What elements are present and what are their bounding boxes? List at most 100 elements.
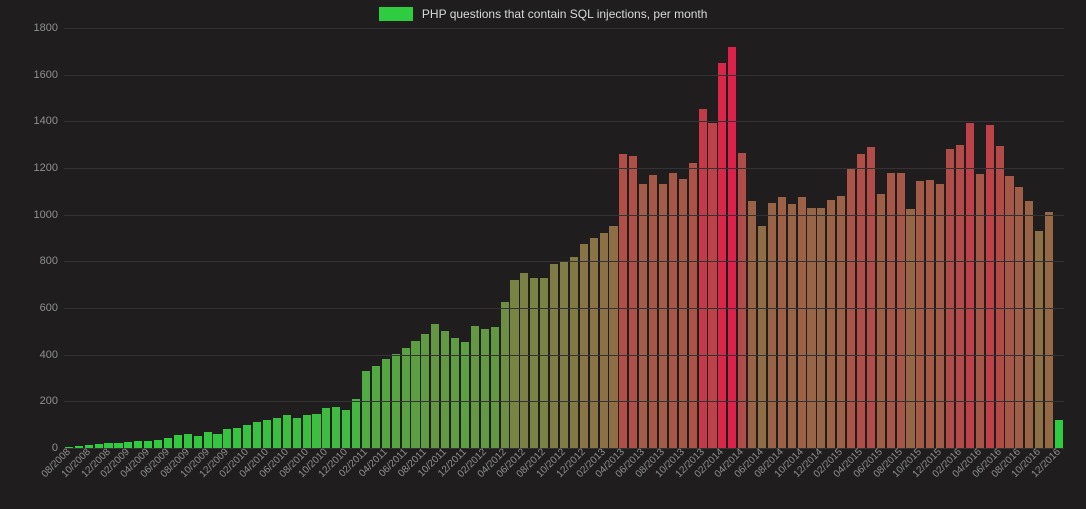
bar — [768, 203, 776, 448]
y-tick-label: 800 — [28, 255, 58, 267]
bar — [441, 331, 449, 448]
bar — [362, 371, 370, 448]
bar — [738, 153, 746, 448]
y-tick-label: 1000 — [28, 209, 58, 221]
y-tick-label: 1800 — [28, 22, 58, 34]
bar — [510, 280, 518, 448]
bar — [708, 123, 716, 449]
bar — [223, 429, 231, 448]
bar — [689, 163, 697, 448]
y-tick-label: 0 — [28, 442, 58, 454]
bar — [164, 438, 172, 449]
bar — [857, 154, 865, 448]
bar — [411, 341, 419, 448]
bar — [679, 179, 687, 449]
bar — [748, 201, 756, 448]
bar — [728, 47, 736, 448]
gridline — [64, 121, 1064, 122]
gridline — [64, 168, 1064, 169]
bar — [293, 418, 301, 448]
bar — [283, 415, 291, 448]
bar — [1005, 176, 1013, 448]
gridline — [64, 28, 1064, 29]
bar — [699, 109, 707, 449]
bar — [1055, 420, 1063, 448]
bar — [402, 348, 410, 448]
bar — [372, 366, 380, 448]
bar-chart: PHP questions that contain SQL injection… — [0, 0, 1086, 509]
bar — [1015, 187, 1023, 448]
y-tick-label: 200 — [28, 395, 58, 407]
y-tick-label: 1600 — [28, 69, 58, 81]
bars-container — [64, 28, 1064, 448]
bar — [461, 342, 469, 448]
bar — [827, 200, 835, 449]
bar — [332, 407, 340, 448]
bar — [134, 441, 142, 448]
gridline — [64, 261, 1064, 262]
bar — [807, 208, 815, 448]
y-tick-label: 400 — [28, 349, 58, 361]
bar — [194, 436, 202, 448]
bar — [798, 197, 806, 448]
bar — [491, 327, 499, 448]
bar — [501, 302, 509, 448]
bar — [154, 440, 162, 448]
bar — [590, 238, 598, 448]
bar — [629, 156, 637, 448]
bar — [253, 422, 261, 448]
plot-area: 02004006008001000120014001600180008/2008… — [64, 28, 1064, 449]
bar — [243, 425, 251, 448]
bar — [906, 209, 914, 448]
bar — [996, 146, 1004, 448]
bar — [273, 418, 281, 448]
bar — [778, 197, 786, 448]
bar — [184, 434, 192, 448]
bar — [758, 226, 766, 448]
bar — [213, 434, 221, 448]
bar — [956, 145, 964, 448]
bar — [471, 326, 479, 449]
bar — [322, 408, 330, 448]
bar — [788, 204, 796, 448]
bar — [837, 196, 845, 448]
bar — [303, 415, 311, 448]
bar — [966, 123, 974, 449]
bar — [431, 324, 439, 448]
bar — [609, 226, 617, 448]
gridline — [64, 75, 1064, 76]
y-tick-label: 1400 — [28, 115, 58, 127]
bar — [867, 147, 875, 448]
bar — [659, 184, 667, 448]
bar — [263, 420, 271, 448]
bar — [233, 428, 241, 448]
bar — [540, 278, 548, 448]
legend: PHP questions that contain SQL injection… — [0, 6, 1086, 21]
bar — [1045, 212, 1053, 448]
bar — [639, 184, 647, 448]
bar — [817, 208, 825, 448]
bar — [382, 359, 390, 448]
bar — [580, 244, 588, 448]
gridline — [64, 401, 1064, 402]
bar — [204, 432, 212, 448]
gridline — [64, 308, 1064, 309]
bar — [877, 194, 885, 448]
bar — [649, 175, 657, 448]
legend-swatch — [379, 7, 413, 21]
bar — [342, 410, 350, 449]
bar — [421, 334, 429, 448]
y-tick-label: 1200 — [28, 162, 58, 174]
bar — [600, 233, 608, 448]
bar — [619, 154, 627, 448]
bar — [1025, 201, 1033, 448]
bar — [530, 278, 538, 448]
bar — [570, 257, 578, 448]
y-tick-label: 600 — [28, 302, 58, 314]
bar — [312, 414, 320, 448]
bar — [986, 125, 994, 448]
gridline — [64, 355, 1064, 356]
bar — [946, 149, 954, 448]
legend-label: PHP questions that contain SQL injection… — [422, 7, 708, 21]
bar — [520, 273, 528, 448]
